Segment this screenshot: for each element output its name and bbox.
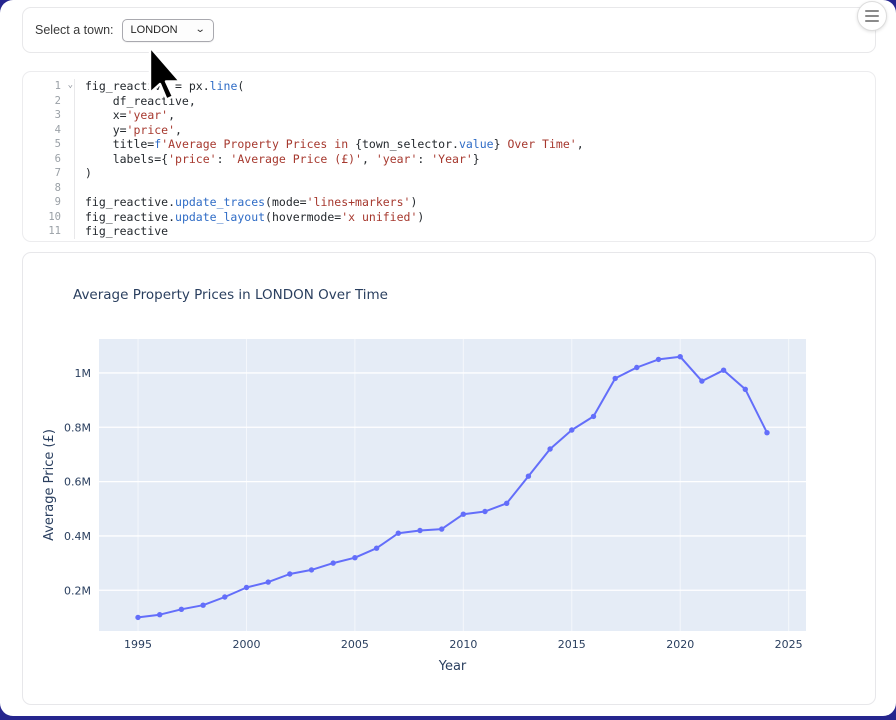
hamburger-menu-icon xyxy=(865,10,879,12)
svg-text:0.6M: 0.6M xyxy=(64,476,91,489)
svg-text:0.8M: 0.8M xyxy=(64,421,91,434)
svg-text:2010: 2010 xyxy=(449,638,477,651)
svg-text:Year: Year xyxy=(438,659,467,674)
svg-text:Average Property Prices in LON: Average Property Prices in LONDON Over T… xyxy=(73,287,388,303)
town-dropdown[interactable]: LONDON ⌄ xyxy=(122,19,214,42)
svg-text:2025: 2025 xyxy=(775,638,803,651)
svg-text:2000: 2000 xyxy=(232,638,260,651)
town-dropdown-value: LONDON xyxy=(131,24,178,36)
menu-button[interactable] xyxy=(857,1,887,31)
code-editor[interactable]: 1⌄fig_reactive = px.line(2 df_reactive,3… xyxy=(22,71,876,242)
chart-output-cell: 1995 2000 2005 2010 2015 2020 2025 0.2M 0.4M 0.6M… xyxy=(22,252,876,705)
code-lines: 1⌄fig_reactive = px.line(2 df_reactive,3… xyxy=(23,79,875,239)
chevron-down-icon: ⌄ xyxy=(195,25,206,35)
svg-text:1995: 1995 xyxy=(124,638,152,651)
svg-text:0.2M: 0.2M xyxy=(64,584,91,597)
town-selector-label: Select a town: xyxy=(35,23,114,37)
hamburger-menu-icon xyxy=(865,20,879,22)
town-selector-row: Select a town: LONDON ⌄ xyxy=(22,7,876,53)
notebook-card: Select a town: LONDON ⌄ 1⌄fig_reactive =… xyxy=(0,0,896,716)
hamburger-menu-icon xyxy=(865,15,879,17)
svg-text:1M: 1M xyxy=(75,367,92,380)
svg-text:2005: 2005 xyxy=(341,638,369,651)
property-price-chart[interactable]: 1995 2000 2005 2010 2015 2020 2025 0.2M 0.4M 0.6M… xyxy=(23,253,876,705)
svg-text:2020: 2020 xyxy=(666,638,694,651)
svg-text:Average Price (£): Average Price (£) xyxy=(42,429,57,541)
svg-text:0.4M: 0.4M xyxy=(64,530,91,543)
svg-text:2015: 2015 xyxy=(558,638,586,651)
